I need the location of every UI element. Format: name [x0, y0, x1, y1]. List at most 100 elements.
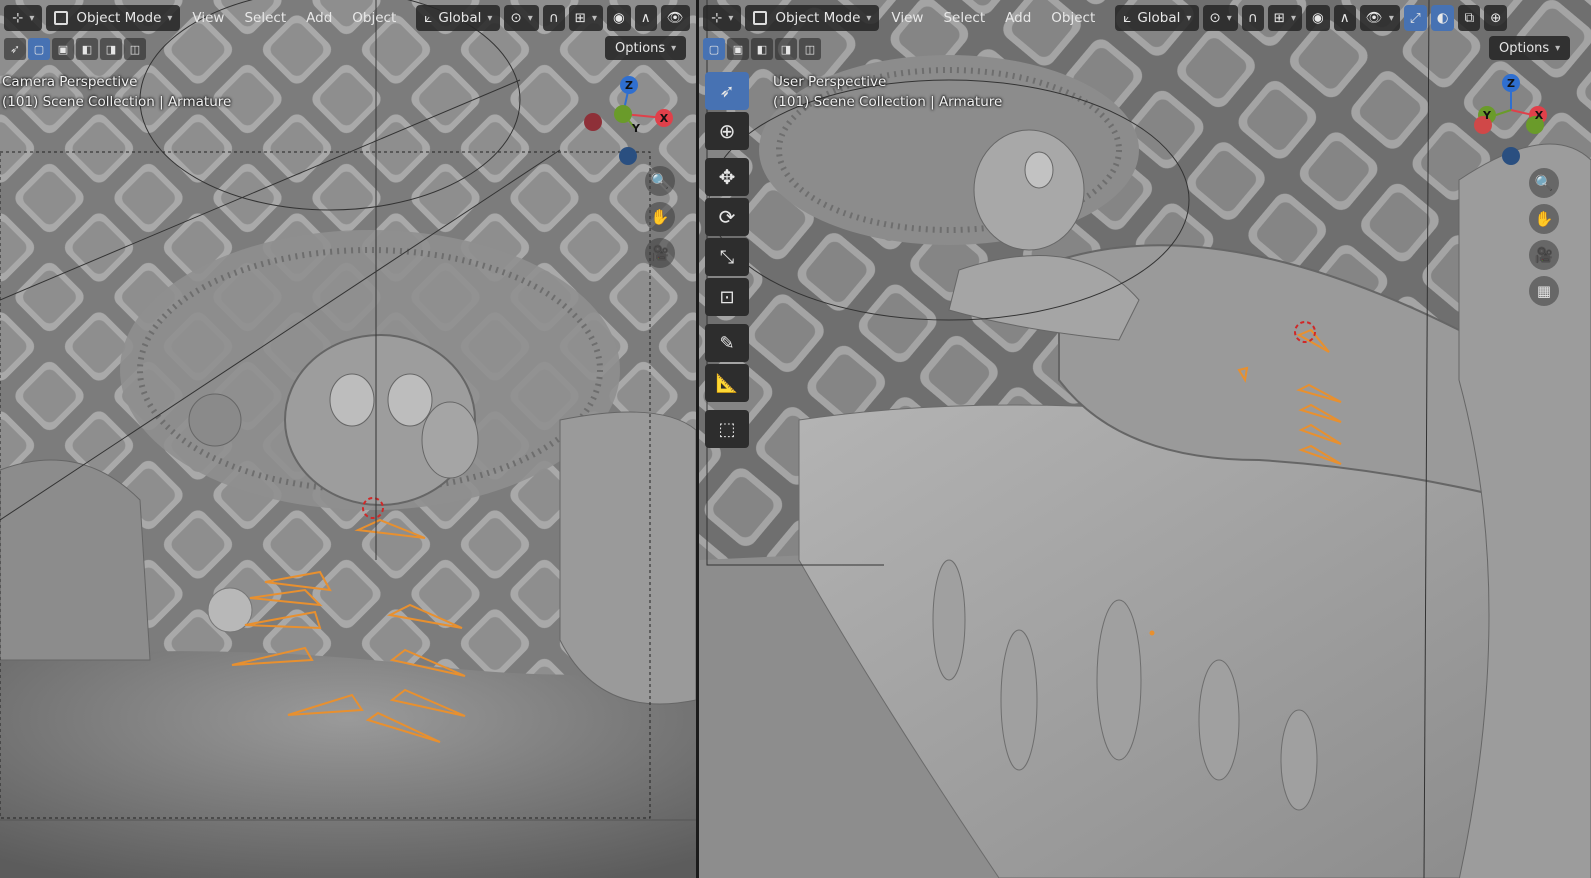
- select-box-tool[interactable]: ➶: [705, 72, 749, 110]
- menu-select[interactable]: Select: [236, 5, 294, 31]
- wireframe-shading-button[interactable]: ⊕: [1484, 5, 1508, 31]
- select-extend-icon: ▣: [57, 42, 69, 56]
- left-3d-viewport[interactable]: ⊹ ▾ Object Mode ▾ View Select Add Object …: [0, 0, 696, 878]
- options-dropdown[interactable]: Options ▾: [1489, 36, 1571, 60]
- select-new-icon: ▢: [708, 42, 720, 56]
- left-viewport-header: ⊹ ▾ Object Mode ▾ View Select Add Object …: [0, 0, 696, 36]
- menu-object[interactable]: Object: [1043, 5, 1103, 31]
- gizmo-icon: ⤢: [1409, 10, 1421, 26]
- chevron-down-icon: ▾: [1555, 42, 1561, 54]
- select-subtract-icon: ◧: [756, 42, 768, 56]
- annotate-tool[interactable]: ✎: [705, 324, 749, 362]
- proportional-edit-toggle[interactable]: ◉: [1306, 5, 1330, 31]
- pencil-icon: ✎: [719, 332, 735, 354]
- falloff-button[interactable]: ∧: [1333, 5, 1356, 31]
- menu-view[interactable]: View: [883, 5, 931, 31]
- gizmo-z-label: Z: [625, 79, 633, 92]
- editor-type-button[interactable]: ⊹ ▾: [703, 5, 742, 31]
- select-extend-icon: ▣: [732, 42, 744, 56]
- zoom-icon: 🔍: [650, 172, 670, 190]
- select-intersect-icon: ◫: [804, 42, 816, 56]
- editor-type-button[interactable]: ⊹ ▾: [4, 5, 43, 31]
- snap-toggle[interactable]: ∩: [542, 5, 565, 31]
- proportional-edit-toggle[interactable]: ◉: [607, 5, 631, 31]
- snap-target-button[interactable]: ⊞ ▾: [1267, 5, 1303, 31]
- gizmo-x-label: X: [660, 112, 669, 125]
- menu-view[interactable]: View: [184, 5, 232, 31]
- select-invert-button[interactable]: ◨: [775, 38, 797, 60]
- chevron-down-icon: ▾: [1226, 12, 1232, 24]
- transform-tool[interactable]: ⊡: [705, 278, 749, 316]
- snap-grid-icon: ⊞: [574, 10, 586, 26]
- gizmo-z-label: Z: [1507, 77, 1515, 90]
- 3d-cursor-icon: ⊕: [718, 119, 736, 143]
- camera-view-button[interactable]: 🎥: [1529, 240, 1559, 270]
- select-extend-button[interactable]: ▣: [727, 38, 749, 60]
- gizmo-toggle[interactable]: ⤢: [1403, 5, 1427, 31]
- navigation-gizmo[interactable]: Z X Y: [580, 70, 690, 180]
- visibility-button[interactable]: 👁: [660, 5, 690, 31]
- tool-cursor-button[interactable]: ➶: [4, 38, 26, 60]
- chevron-down-icon: ▾: [527, 12, 533, 24]
- right-viewport-scene[interactable]: [699, 0, 1591, 878]
- hand-icon: ✋: [650, 208, 670, 226]
- zoom-button[interactable]: 🔍: [645, 166, 675, 196]
- add-cube-tool[interactable]: ⬚: [705, 410, 749, 448]
- pan-button[interactable]: ✋: [1529, 204, 1559, 234]
- 3d-viewport-icon: ⊹: [12, 10, 24, 26]
- options-dropdown[interactable]: Options ▾: [605, 36, 687, 60]
- falloff-button[interactable]: ∧: [634, 5, 657, 31]
- select-extend-button[interactable]: ▣: [52, 38, 74, 60]
- select-new-button[interactable]: ▢: [28, 38, 50, 60]
- mode-dropdown[interactable]: Object Mode ▾: [745, 5, 880, 31]
- move-tool[interactable]: ✥: [705, 158, 749, 196]
- proportional-edit-icon: ◉: [1312, 10, 1324, 26]
- ortho-toggle-button[interactable]: ▦: [1529, 276, 1559, 306]
- transform-icon: ⊡: [719, 286, 735, 308]
- camera-view-button[interactable]: 🎥: [645, 238, 675, 268]
- select-invert-button[interactable]: ◨: [100, 38, 122, 60]
- camera-icon: 🎥: [1534, 246, 1554, 264]
- menu-add[interactable]: Add: [298, 5, 340, 31]
- overlays-icon: ◐: [1436, 10, 1449, 26]
- select-intersect-button[interactable]: ◫: [799, 38, 821, 60]
- mode-dropdown[interactable]: Object Mode ▾: [46, 5, 181, 31]
- overlays-toggle[interactable]: ◐: [1430, 5, 1455, 31]
- chevron-down-icon: ▾: [29, 12, 35, 24]
- orientation-dropdown[interactable]: ⟀ Global ▾: [416, 5, 501, 31]
- snap-grid-icon: ⊞: [1273, 10, 1285, 26]
- measure-tool[interactable]: 📐: [705, 364, 749, 402]
- falloff-curve-icon: ∧: [640, 10, 651, 26]
- visibility-button[interactable]: 👁 ▾: [1359, 5, 1400, 31]
- right-3d-viewport[interactable]: ⊹ ▾ Object Mode ▾ View Select Add Object …: [699, 0, 1591, 878]
- select-new-button[interactable]: ▢: [703, 38, 725, 60]
- navigation-gizmo[interactable]: Z X Y: [1459, 70, 1569, 180]
- menu-object[interactable]: Object: [344, 5, 404, 31]
- zoom-button[interactable]: 🔍: [1529, 168, 1559, 198]
- menu-select[interactable]: Select: [935, 5, 993, 31]
- magnet-icon: ∩: [1247, 10, 1258, 26]
- snap-target-button[interactable]: ⊞ ▾: [568, 5, 604, 31]
- xray-toggle[interactable]: ⧉: [1458, 5, 1481, 31]
- falloff-curve-icon: ∧: [1339, 10, 1350, 26]
- pivot-point-button[interactable]: ⊙ ▾: [1203, 5, 1238, 31]
- orientation-dropdown[interactable]: ⟀ Global ▾: [1115, 5, 1200, 31]
- pivot-point-button[interactable]: ⊙ ▾: [504, 5, 539, 31]
- scale-tool[interactable]: ⤡: [705, 238, 749, 276]
- chevron-down-icon: ▾: [591, 12, 598, 24]
- snap-toggle[interactable]: ∩: [1241, 5, 1264, 31]
- select-intersect-button[interactable]: ◫: [124, 38, 146, 60]
- pivot-icon: ⊙: [510, 10, 522, 26]
- selection-mode-group: ➶ ▢ ▣ ◧ ◨ ◫: [4, 38, 146, 60]
- orientation-label: Global: [438, 10, 482, 26]
- eye-icon: 👁: [666, 10, 684, 26]
- select-subtract-button[interactable]: ◧: [751, 38, 773, 60]
- rotate-tool[interactable]: ⟳: [705, 198, 749, 236]
- select-subtract-button[interactable]: ◧: [76, 38, 98, 60]
- cursor-tool[interactable]: ⊕: [705, 112, 749, 150]
- pan-button[interactable]: ✋: [645, 202, 675, 232]
- scale-icon: ⤡: [719, 246, 735, 268]
- chevron-down-icon: ▾: [1290, 12, 1297, 24]
- menu-add[interactable]: Add: [997, 5, 1039, 31]
- chevron-down-icon: ▾: [1388, 12, 1394, 24]
